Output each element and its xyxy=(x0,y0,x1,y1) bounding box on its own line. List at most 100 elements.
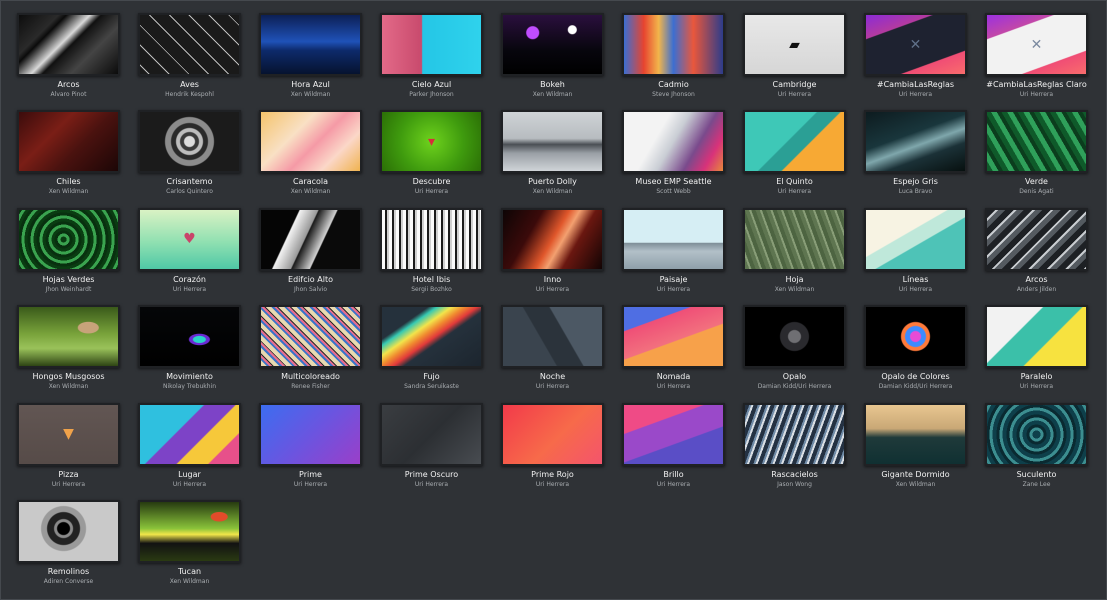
wallpaper-item[interactable]: ▾ Descubre Uri Herrera xyxy=(380,110,483,200)
wallpaper-thumbnail[interactable] xyxy=(622,207,725,271)
wallpaper-item[interactable]: Rascacielos Jason Wong xyxy=(743,402,846,493)
wallpaper-thumbnail[interactable] xyxy=(743,207,846,271)
wallpaper-item[interactable]: Tucan Xen Wildman xyxy=(138,500,241,590)
wallpaper-item[interactable]: Hora Azul Xen Wildman xyxy=(259,13,362,103)
wallpaper-title: Hoja xyxy=(785,274,804,284)
wallpaper-thumbnail[interactable] xyxy=(501,110,604,174)
wallpaper-thumbnail[interactable] xyxy=(17,13,120,76)
wallpaper-item[interactable]: Paralelo Uri Herrera xyxy=(985,305,1088,395)
wallpaper-thumbnail[interactable] xyxy=(380,207,483,271)
wallpaper-item[interactable]: Nomada Uri Herrera xyxy=(622,305,725,395)
wallpaper-thumbnail[interactable]: ▼ xyxy=(17,402,120,466)
wallpaper-thumbnail[interactable] xyxy=(743,110,846,174)
wallpaper-thumbnail[interactable] xyxy=(259,207,362,271)
wallpaper-thumbnail[interactable] xyxy=(985,402,1088,466)
wallpaper-thumbnail[interactable] xyxy=(622,402,725,466)
wallpaper-thumbnail[interactable] xyxy=(743,305,846,369)
wallpaper-item[interactable]: Puerto Dolly Xen Wildman xyxy=(501,110,604,200)
wallpaper-item[interactable]: Museo EMP Seattle Scott Webb xyxy=(622,110,725,200)
wallpaper-item[interactable]: ▼ Pizza Uri Herrera xyxy=(17,402,120,493)
wallpaper-thumbnail[interactable]: ♥ xyxy=(138,207,241,271)
wallpaper-item[interactable]: Bokeh Xen Wildman xyxy=(501,13,604,103)
wallpaper-thumbnail[interactable] xyxy=(259,305,362,369)
wallpaper-item[interactable]: Aves Hendrik Kespohl xyxy=(138,13,241,103)
wallpaper-thumbnail[interactable] xyxy=(501,13,604,76)
wallpaper-thumbnail[interactable] xyxy=(138,110,241,174)
wallpaper-item[interactable]: Líneas Uri Herrera xyxy=(864,207,967,298)
wallpaper-thumbnail[interactable] xyxy=(17,500,120,563)
wallpaper-item[interactable]: Hotel Ibis Sergii Bozhko xyxy=(380,207,483,298)
wallpaper-item[interactable]: Prime Rojo Uri Herrera xyxy=(501,402,604,493)
wallpaper-item[interactable]: Prime Uri Herrera xyxy=(259,402,362,493)
wallpaper-thumbnail[interactable] xyxy=(622,13,725,76)
wallpaper-item[interactable]: Hojas Verdes Jhon Weinhardt xyxy=(17,207,120,298)
wallpaper-thumbnail[interactable] xyxy=(17,207,120,271)
wallpaper-thumbnail[interactable] xyxy=(138,402,241,466)
wallpaper-thumbnail[interactable] xyxy=(864,305,967,369)
wallpaper-thumbnail[interactable] xyxy=(259,110,362,174)
wallpaper-thumbnail[interactable] xyxy=(138,500,241,563)
wallpaper-thumbnail[interactable]: ▰ xyxy=(743,13,846,76)
wallpaper-title: Opalo xyxy=(782,372,807,382)
wallpaper-title: Arcos xyxy=(1025,274,1048,284)
wallpaper-item[interactable]: Cielo Azul Parker Jhonson xyxy=(380,13,483,103)
wallpaper-item[interactable]: Espejo Gris Luca Bravo xyxy=(864,110,967,200)
wallpaper-thumbnail[interactable] xyxy=(622,305,725,369)
wallpaper-item[interactable]: Inno Uri Herrera xyxy=(501,207,604,298)
wallpaper-item[interactable]: Hongos Musgosos Xen Wildman xyxy=(17,305,120,395)
wallpaper-item[interactable]: Gigante Dormido Xen Wildman xyxy=(864,402,967,493)
wallpaper-thumbnail[interactable] xyxy=(864,207,967,271)
wallpaper-thumbnail[interactable] xyxy=(501,207,604,271)
wallpaper-item[interactable]: Edifcio Alto Jhon Salvio xyxy=(259,207,362,298)
wallpaper-thumbnail[interactable] xyxy=(17,305,120,369)
wallpaper-thumbnail[interactable] xyxy=(864,110,967,174)
wallpaper-item[interactable]: Arcos Alvaro Pinot xyxy=(17,13,120,103)
wallpaper-item[interactable]: Noche Uri Herrera xyxy=(501,305,604,395)
wallpaper-thumbnail[interactable] xyxy=(864,402,967,466)
wallpaper-item[interactable]: Brillo Uri Herrera xyxy=(622,402,725,493)
wallpaper-thumbnail[interactable] xyxy=(501,305,604,369)
wallpaper-item[interactable]: Remolinos Adiren Converse xyxy=(17,500,120,590)
wallpaper-item[interactable]: Hoja Xen Wildman xyxy=(743,207,846,298)
wallpaper-thumbnail[interactable] xyxy=(622,110,725,174)
wallpaper-item[interactable]: Movimiento Nikolay Trebukhin xyxy=(138,305,241,395)
wallpaper-item[interactable]: Suculento Zane Lee xyxy=(985,402,1088,493)
wallpaper-item[interactable]: El Quinto Uri Herrera xyxy=(743,110,846,200)
wallpaper-item[interactable]: ✕ #CambiaLasReglas Claro Uri Herrera xyxy=(985,13,1088,103)
wallpaper-item[interactable]: Fujo Sandra Seruikaste xyxy=(380,305,483,395)
wallpaper-thumbnail[interactable] xyxy=(17,110,120,174)
wallpaper-thumbnail[interactable]: ✕ xyxy=(864,13,967,76)
wallpaper-thumbnail[interactable] xyxy=(985,207,1088,271)
wallpaper-thumbnail[interactable] xyxy=(985,305,1088,369)
wallpaper-item[interactable]: Paisaje Uri Herrera xyxy=(622,207,725,298)
wallpaper-thumbnail[interactable] xyxy=(380,305,483,369)
wallpaper-item[interactable]: Multicoloreado Renee Fisher xyxy=(259,305,362,395)
wallpaper-thumbnail[interactable]: ▾ xyxy=(380,110,483,174)
wallpaper-thumbnail[interactable] xyxy=(380,13,483,76)
wallpaper-item[interactable]: Opalo de Colores Damian Kidd/Uri Herrera xyxy=(864,305,967,395)
wallpaper-author: Xen Wildman xyxy=(290,188,331,196)
wallpaper-thumbnail[interactable] xyxy=(985,110,1088,174)
wallpaper-item[interactable]: ▰ Cambridge Uri Herrera xyxy=(743,13,846,103)
wallpaper-item[interactable]: Caracola Xen Wildman xyxy=(259,110,362,200)
wallpaper-item[interactable]: Cadmio Steve Jhonson xyxy=(622,13,725,103)
wallpaper-item[interactable]: Chiles Xen Wildman xyxy=(17,110,120,200)
wallpaper-item[interactable]: ✕ #CambiaLasReglas Uri Herrera xyxy=(864,13,967,103)
wallpaper-thumbnail[interactable] xyxy=(743,402,846,466)
wallpaper-item[interactable]: ♥ Corazón Uri Herrera xyxy=(138,207,241,298)
wallpaper-thumbnail[interactable] xyxy=(259,13,362,76)
wallpaper-item[interactable]: Opalo Damian Kidd/Uri Herrera xyxy=(743,305,846,395)
wallpaper-item[interactable]: Arcos Anders Jilden xyxy=(985,207,1088,298)
wallpaper-thumbnail[interactable] xyxy=(138,305,241,369)
wallpaper-item[interactable]: Verde Denis Agati xyxy=(985,110,1088,200)
wallpaper-item[interactable]: Lugar Uri Herrera xyxy=(138,402,241,493)
wallpaper-thumbnail[interactable] xyxy=(501,402,604,466)
wallpaper-thumbnail[interactable] xyxy=(380,402,483,466)
wallpaper-item[interactable]: Prime Oscuro Uri Herrera xyxy=(380,402,483,493)
wallpaper-title: Remolinos xyxy=(47,567,90,576)
wallpaper-item[interactable]: Crisantemo Carlos Quintero xyxy=(138,110,241,200)
wallpaper-thumbnail[interactable] xyxy=(138,13,241,76)
wallpaper-thumbnail[interactable] xyxy=(259,402,362,466)
wallpaper-thumbnail[interactable]: ✕ xyxy=(985,13,1088,76)
wallpaper-author: Uri Herrera xyxy=(898,91,933,98)
